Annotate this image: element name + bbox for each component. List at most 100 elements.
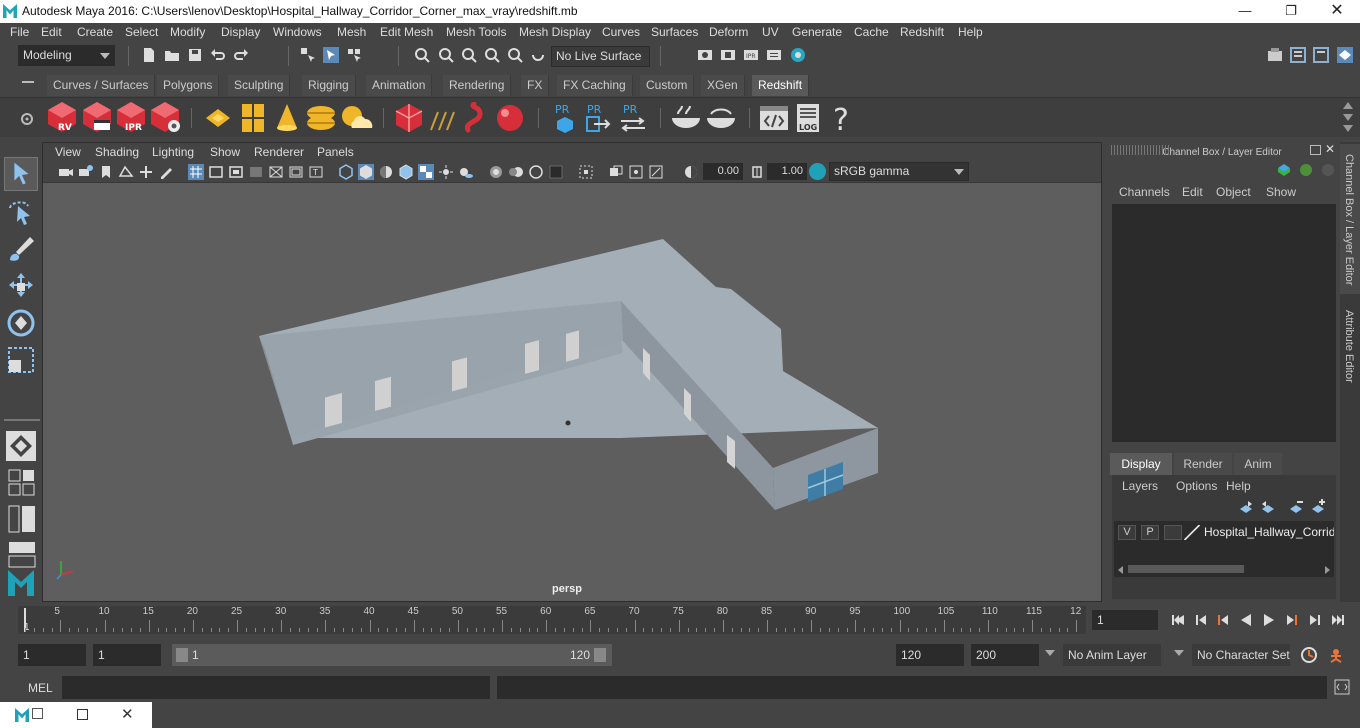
float-panel-icon[interactable]: [1310, 145, 1321, 155]
scrollbar-thumb[interactable]: [1128, 565, 1244, 573]
smooth-shade-icon[interactable]: [358, 164, 374, 180]
shelf-tab-sculpting[interactable]: Sculpting: [228, 75, 291, 96]
paint-select-tool-icon[interactable]: [4, 232, 38, 266]
layer-display-type-toggle[interactable]: [1164, 525, 1182, 540]
menu-mesh-display[interactable]: Mesh Display: [519, 25, 591, 39]
toggle-attribute-editor-icon[interactable]: [1290, 47, 1306, 63]
close-button[interactable]: ✕: [1314, 0, 1360, 23]
color-management-toggle-icon[interactable]: [809, 163, 826, 180]
anim-layer-selector[interactable]: No Anim Layer: [1063, 644, 1161, 666]
mel-label[interactable]: MEL: [28, 681, 53, 695]
play-forwards-icon[interactable]: [1261, 612, 1277, 628]
redshift-render-view-icon[interactable]: RV: [45, 100, 79, 134]
le-menu-options[interactable]: Options: [1176, 479, 1217, 493]
animation-start-field[interactable]: 1: [18, 644, 86, 666]
mesh-light-icon[interactable]: [272, 102, 302, 134]
camera-icon[interactable]: [58, 164, 74, 180]
select-object-icon[interactable]: [323, 47, 339, 63]
save-scene-icon[interactable]: [187, 47, 203, 63]
menu-redshift[interactable]: Redshift: [900, 25, 944, 39]
render-frame-icon[interactable]: [720, 47, 736, 63]
move-tool-icon[interactable]: [4, 270, 38, 304]
anti-aliasing-icon[interactable]: [528, 164, 544, 180]
restore-icon[interactable]: [32, 708, 43, 719]
script-editor-icon[interactable]: [1334, 679, 1350, 695]
minimize-button[interactable]: —: [1222, 0, 1268, 23]
undo-icon[interactable]: [210, 47, 226, 63]
tab-attribute-editor[interactable]: Attribute Editor: [1340, 300, 1360, 400]
scroll-up-icon[interactable]: [1343, 102, 1353, 109]
menu-mesh[interactable]: Mesh: [337, 25, 366, 39]
channel-box-area[interactable]: [1112, 204, 1336, 442]
pr-export-icon[interactable]: PR: [584, 102, 612, 134]
scroll-right-icon[interactable]: [1325, 566, 1330, 574]
character-set-selector[interactable]: No Character Set: [1192, 644, 1290, 666]
shelf-tab-fx[interactable]: FX: [521, 75, 550, 96]
time-ruler[interactable]: 1 5 10 15 20 25 30 35 40 45 50 55 60 65 70 75 80 85 90 95 1…: [18, 606, 1086, 634]
live-surface-field[interactable]: No Live Surface: [551, 46, 650, 67]
tab-channel-box[interactable]: Channel Box / Layer Editor: [1340, 144, 1360, 294]
select-tool-icon[interactable]: [4, 157, 38, 191]
shelf-tab-curves-surfaces[interactable]: Curves / Surfaces: [47, 75, 156, 96]
go-to-end-icon[interactable]: [1330, 612, 1346, 628]
le-menu-help[interactable]: Help: [1226, 479, 1251, 493]
play-backwards-icon[interactable]: [1238, 612, 1254, 628]
layer-tab-render[interactable]: Render: [1174, 453, 1232, 475]
menu-display[interactable]: Display: [221, 25, 260, 39]
layer-tab-anim[interactable]: Anim: [1234, 453, 1282, 475]
menu-uv[interactable]: UV: [762, 25, 779, 39]
bookmark-icon[interactable]: [98, 164, 114, 180]
channel-box-shaded-icon[interactable]: [1276, 162, 1292, 178]
shelf-tab-redshift[interactable]: Redshift: [752, 75, 810, 96]
film-gate-icon[interactable]: [208, 164, 224, 180]
proxy-icon[interactable]: [394, 102, 424, 134]
depth-of-field-icon[interactable]: [548, 164, 564, 180]
chevron-down-icon[interactable]: [1174, 650, 1184, 656]
shelf-tab-xgen[interactable]: XGen: [701, 75, 745, 96]
xray-joints-icon[interactable]: [628, 164, 644, 180]
exposure-field[interactable]: 0.00: [703, 163, 743, 180]
maximize-icon[interactable]: [77, 709, 88, 720]
redo-icon[interactable]: [233, 47, 249, 63]
safe-title-icon[interactable]: T: [308, 164, 324, 180]
shelf-tab-rigging[interactable]: Rigging: [302, 75, 356, 96]
xray-components-icon[interactable]: [648, 164, 664, 180]
make-live-icon[interactable]: [530, 47, 546, 63]
lasso-tool-icon[interactable]: [4, 196, 38, 230]
shelf-tab-polygons[interactable]: Polygons: [157, 75, 220, 96]
menu-mesh-tools[interactable]: Mesh Tools: [446, 25, 506, 39]
field-chart-icon[interactable]: [268, 164, 284, 180]
new-layer-selected-icon[interactable]: [1310, 499, 1326, 515]
snap-curve-icon[interactable]: [438, 47, 454, 63]
move-layer-down-icon[interactable]: [1260, 499, 1276, 515]
redshift-ipr-icon[interactable]: IPR: [114, 100, 148, 134]
vp-menu-renderer[interactable]: Renderer: [254, 145, 304, 159]
gate-mask-icon[interactable]: [248, 164, 264, 180]
hypershade-icon[interactable]: [790, 47, 806, 63]
scale-tool-icon[interactable]: [4, 343, 38, 377]
menu-file[interactable]: File: [10, 25, 29, 39]
mode-selector[interactable]: Modeling: [18, 45, 115, 66]
channel-box-lock-icon[interactable]: [1298, 162, 1314, 178]
vp-menu-shading[interactable]: Shading: [95, 145, 139, 159]
toggle-channel-box-icon[interactable]: [1337, 47, 1353, 63]
toggle-tool-settings-icon[interactable]: [1313, 47, 1329, 63]
shelf-tab-fx-caching[interactable]: FX Caching: [557, 75, 633, 96]
pr-switch-icon[interactable]: PR: [618, 102, 648, 134]
menu-curves[interactable]: Curves: [602, 25, 640, 39]
current-frame-field[interactable]: 1: [1092, 610, 1158, 630]
menu-generate[interactable]: Generate: [792, 25, 842, 39]
menu-deform[interactable]: Deform: [709, 25, 748, 39]
layer-horizontal-scrollbar[interactable]: [1116, 563, 1332, 575]
layer-tab-display[interactable]: Display: [1110, 453, 1172, 475]
maya-home-icon[interactable]: [4, 566, 38, 600]
close-panel-icon[interactable]: ✕: [1325, 142, 1335, 156]
hospital-corridor-model[interactable]: [43, 183, 1101, 601]
camera-attributes-icon[interactable]: [78, 164, 94, 180]
rectangle-light-icon[interactable]: [202, 102, 234, 134]
step-back-key-icon[interactable]: [1215, 612, 1231, 628]
dome-light-icon[interactable]: [304, 102, 338, 134]
shelf-menu-icon[interactable]: [22, 81, 34, 83]
auto-key-icon[interactable]: [1300, 646, 1318, 664]
vp-menu-show[interactable]: Show: [210, 145, 240, 159]
